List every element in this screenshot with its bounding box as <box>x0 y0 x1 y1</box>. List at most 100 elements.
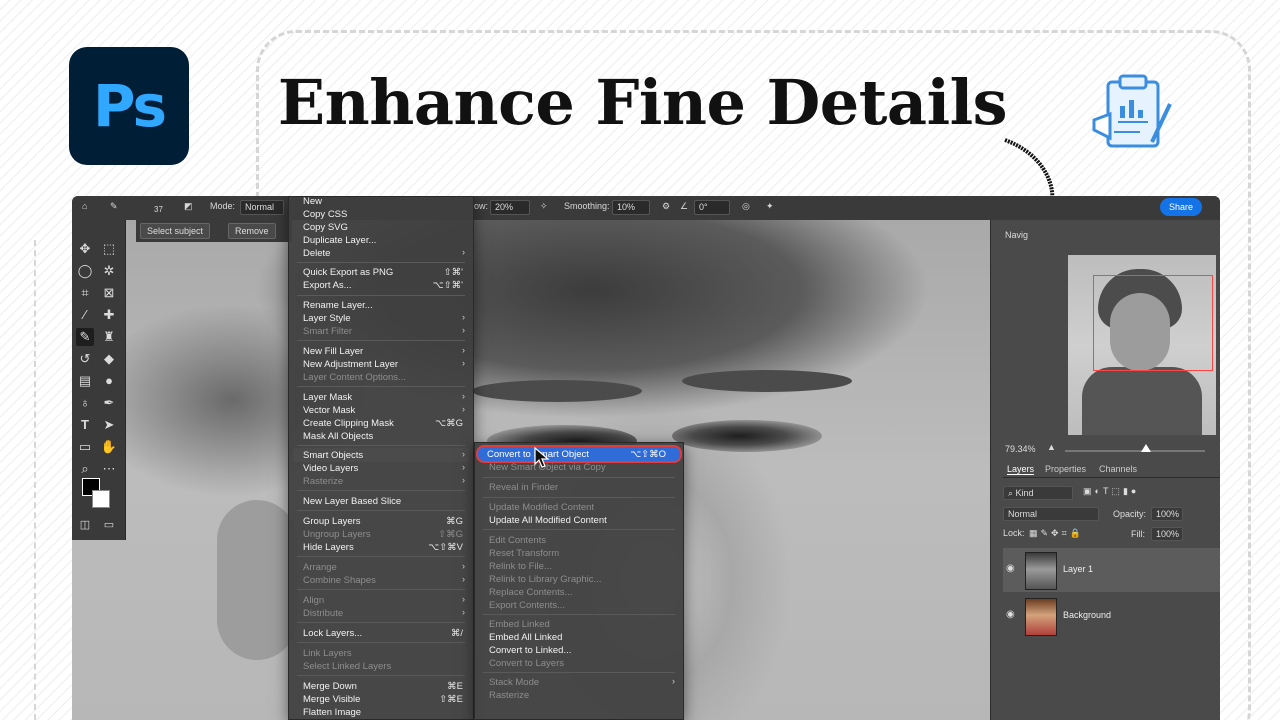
more-tools-icon[interactable]: ⋯ <box>100 460 118 478</box>
mode-select[interactable]: Normal <box>240 200 284 215</box>
menu-item-flatten-image[interactable]: Flatten Image <box>303 707 361 718</box>
menu-shortcut: ⌘/ <box>450 628 463 639</box>
blur-tool-icon[interactable]: ● <box>100 372 118 390</box>
home-icon[interactable]: ⌂ <box>82 201 87 211</box>
fill-input[interactable]: 100% <box>1151 527 1183 541</box>
crop-tool-icon[interactable]: ⌗ <box>76 284 94 302</box>
menu-item-create-clipping-mask[interactable]: Create Clipping Mask <box>303 418 394 429</box>
visibility-eye-icon[interactable]: ◉ <box>1006 563 1015 574</box>
submenu-item-update-all-modified[interactable]: Update All Modified Content <box>489 515 607 526</box>
menu-item-vector-mask[interactable]: Vector Mask <box>303 405 355 416</box>
convert-to-smart-object-item[interactable]: Convert to Smart Object ⌥⇧⌘O <box>476 445 682 463</box>
submenu-item-convert-to-layers: Convert to Layers <box>489 658 564 669</box>
navigator-tab[interactable]: Navig <box>1005 230 1028 240</box>
layer-filter-kind[interactable]: ⌕ Kind <box>1003 486 1073 500</box>
menu-item-layer-mask[interactable]: Layer Mask <box>303 392 352 403</box>
hand-tool-icon[interactable]: ✋ <box>100 438 118 456</box>
submenu-item-convert-to-linked[interactable]: Convert to Linked... <box>489 645 571 656</box>
menu-item-delete[interactable]: Delete <box>303 248 330 259</box>
menu-item-new-layer-based-slice[interactable]: New Layer Based Slice <box>303 496 401 507</box>
select-subject-button[interactable]: Select subject <box>140 223 211 239</box>
menu-item-duplicate-layer[interactable]: Duplicate Layer... <box>303 235 376 246</box>
layer-row[interactable]: ◉ Background <box>1003 594 1220 638</box>
menu-item-quick-export[interactable]: Quick Export as PNG <box>303 267 393 278</box>
right-panels: Navig 79.34% ▲ Layers Properties Channel… <box>990 220 1220 720</box>
brush-tool-icon[interactable]: ✎ <box>76 328 94 346</box>
menu-item-mask-all-objects[interactable]: Mask All Objects <box>303 431 373 442</box>
eyedropper-icon[interactable]: ⁄ <box>76 306 94 324</box>
tab-layers[interactable]: Layers <box>1007 464 1035 475</box>
submenu-item-embed-all-linked[interactable]: Embed All Linked <box>489 632 562 643</box>
navigator-view-rect[interactable] <box>1093 275 1213 371</box>
layer-row[interactable]: ◉ Layer 1 <box>1003 548 1220 592</box>
lock-label: Lock: <box>1003 528 1025 538</box>
menu-item-lock-layers[interactable]: Lock Layers... <box>303 628 362 639</box>
layer-filter-icons[interactable]: ▣◐T⬚▮● <box>1083 486 1139 497</box>
menu-separator <box>297 589 465 590</box>
zoom-tool-icon[interactable]: ⌕ <box>76 460 94 478</box>
background-color-swatch[interactable] <box>92 490 110 508</box>
share-button[interactable]: Share <box>1160 198 1202 216</box>
menu-item-hide-layers[interactable]: Hide Layers <box>303 542 354 553</box>
zoom-slider[interactable] <box>1065 450 1205 452</box>
smoothing-input[interactable]: 10% <box>612 200 650 215</box>
angle-input[interactable]: 0° <box>694 200 730 215</box>
opacity-input[interactable]: 100% <box>1151 507 1183 521</box>
menu-item-new-adjustment-layer[interactable]: New Adjustment Layer <box>303 359 398 370</box>
symmetry-icon[interactable]: ✦ <box>766 201 774 212</box>
navigator-thumbnail[interactable] <box>1068 255 1216 435</box>
move-tool-icon[interactable]: ✥ <box>76 240 94 258</box>
lasso-tool-icon[interactable]: ◯ <box>76 262 94 280</box>
type-tool-icon[interactable]: T <box>76 416 94 434</box>
layer-name[interactable]: Layer 1 <box>1063 564 1093 574</box>
menu-item-copy-css[interactable]: Copy CSS <box>303 209 347 220</box>
screen-mode-icon[interactable]: ▭ <box>100 516 118 534</box>
brush-tool-icon[interactable]: ✎ <box>110 201 118 212</box>
navigator-zoom[interactable]: 79.34% <box>1005 444 1036 454</box>
magic-wand-icon[interactable]: ✲ <box>100 262 118 280</box>
healing-brush-icon[interactable]: ✚ <box>100 306 118 324</box>
zoom-slider-knob[interactable] <box>1141 444 1151 452</box>
dodge-tool-icon[interactable]: ♁ <box>76 394 94 412</box>
menu-item-smart-objects[interactable]: Smart Objects <box>303 450 363 461</box>
submenu-arrow-icon: › <box>462 404 465 414</box>
pressure-icon[interactable]: ◎ <box>742 201 750 212</box>
brush-settings-icon[interactable]: ◩ <box>184 201 193 212</box>
lock-icons[interactable]: ▦✎✥⌗🔒 <box>1029 528 1084 539</box>
menu-item-video-layers[interactable]: Video Layers <box>303 463 358 474</box>
frame-tool-icon[interactable]: ⊠ <box>100 284 118 302</box>
mouse-cursor-icon <box>534 447 550 468</box>
submenu-item-replace-contents: Replace Contents... <box>489 587 573 598</box>
layer-context-menu: New Copy CSS Copy SVG Duplicate Layer...… <box>288 196 474 720</box>
menu-item-new[interactable]: New <box>303 196 322 207</box>
stamp-tool-icon[interactable]: ♜ <box>100 328 118 346</box>
eraser-icon[interactable]: ◆ <box>100 350 118 368</box>
menu-item-export-as[interactable]: Export As... <box>303 280 352 291</box>
path-select-icon[interactable]: ➤ <box>100 416 118 434</box>
visibility-eye-icon[interactable]: ◉ <box>1006 609 1015 620</box>
remove-background-button[interactable]: Remove <box>228 223 276 239</box>
pen-tool-icon[interactable]: ✒ <box>100 394 118 412</box>
flow-input[interactable]: 20% <box>490 200 530 215</box>
zoom-out-icon[interactable]: ▲ <box>1047 442 1056 452</box>
gradient-tool-icon[interactable]: ▤ <box>76 372 94 390</box>
menu-item-merge-down[interactable]: Merge Down <box>303 681 357 692</box>
menu-item-merge-visible[interactable]: Merge Visible <box>303 694 360 705</box>
airbrush-icon[interactable]: ✧ <box>540 201 548 212</box>
menu-item-layer-style[interactable]: Layer Style <box>303 313 351 324</box>
tab-channels[interactable]: Channels <box>1099 464 1137 474</box>
menu-item-copy-svg[interactable]: Copy SVG <box>303 222 348 233</box>
menu-item-rename-layer[interactable]: Rename Layer... <box>303 300 373 311</box>
quick-mask-icon[interactable]: ◫ <box>76 516 94 534</box>
blend-mode-select[interactable]: Normal <box>1003 507 1099 521</box>
gear-icon[interactable]: ⚙ <box>662 201 670 212</box>
layer-name[interactable]: Background <box>1063 610 1111 620</box>
submenu-item-embed-linked: Embed Linked <box>489 619 550 630</box>
brush-size[interactable]: 37 <box>154 205 163 214</box>
tab-properties[interactable]: Properties <box>1045 464 1086 474</box>
shape-tool-icon[interactable]: ▭ <box>76 438 94 456</box>
marquee-tool-icon[interactable]: ⬚ <box>100 240 118 258</box>
history-brush-icon[interactable]: ↺ <box>76 350 94 368</box>
menu-item-group-layers[interactable]: Group Layers <box>303 516 361 527</box>
menu-item-new-fill-layer[interactable]: New Fill Layer <box>303 346 363 357</box>
